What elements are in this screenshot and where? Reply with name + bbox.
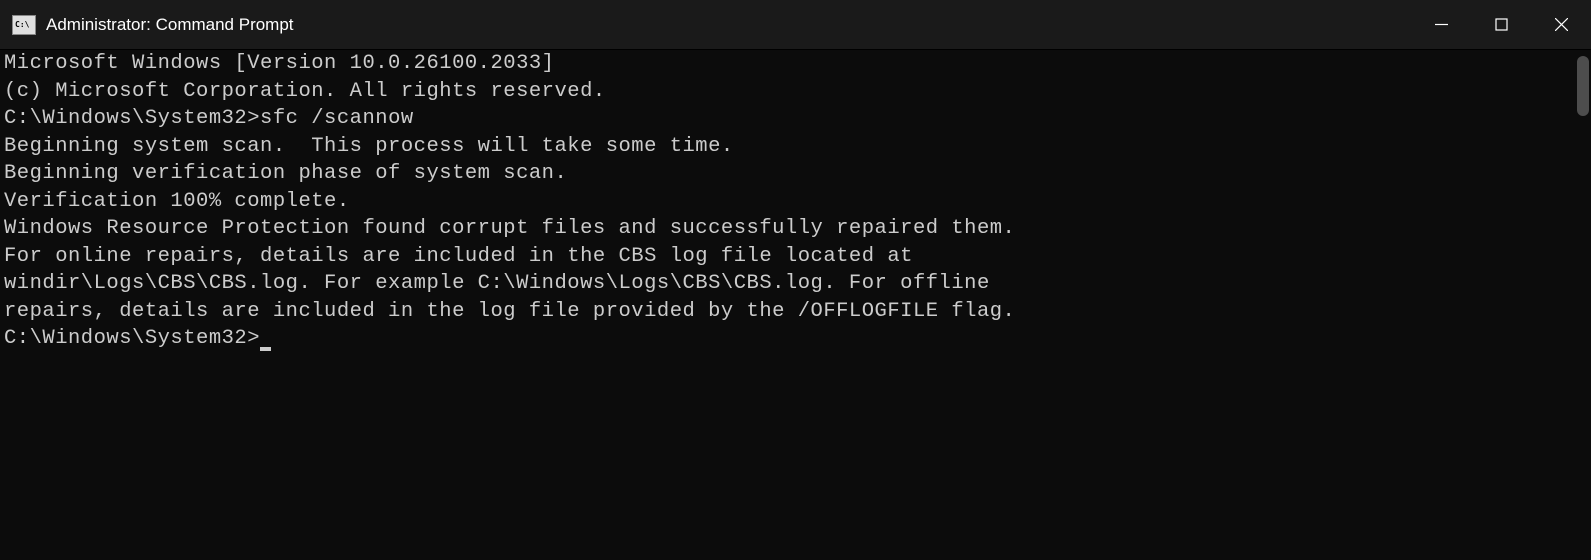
prompt-line: C:\Windows\System32>: [4, 325, 1591, 353]
output-line: (c) Microsoft Corporation. All rights re…: [4, 78, 1591, 106]
command-text: sfc /scannow: [260, 107, 414, 130]
output-line: repairs, details are included in the log…: [4, 298, 1591, 326]
output-line: Windows Resource Protection found corrup…: [4, 215, 1591, 243]
output-line: Verification 100% complete.: [4, 188, 1591, 216]
output-line: Beginning verification phase of system s…: [4, 160, 1591, 188]
output-line: windir\Logs\CBS\CBS.log. For example C:\…: [4, 270, 1591, 298]
prompt-command-line: C:\Windows\System32>sfc /scannow: [4, 105, 1591, 133]
output-line: Beginning system scan. This process will…: [4, 133, 1591, 161]
window-title: Administrator: Command Prompt: [46, 15, 294, 35]
output-line: Microsoft Windows [Version 10.0.26100.20…: [4, 50, 1591, 78]
titlebar[interactable]: Administrator: Command Prompt: [0, 0, 1591, 50]
maximize-button[interactable]: [1471, 0, 1531, 49]
cmd-prompt-icon: [12, 15, 36, 35]
output-line: For online repairs, details are included…: [4, 243, 1591, 271]
minimize-icon: [1435, 18, 1448, 31]
close-icon: [1555, 18, 1568, 31]
close-button[interactable]: [1531, 0, 1591, 49]
minimize-button[interactable]: [1411, 0, 1471, 49]
terminal-output[interactable]: Microsoft Windows [Version 10.0.26100.20…: [0, 50, 1591, 560]
window-controls: [1411, 0, 1591, 49]
scrollbar-track[interactable]: [1573, 50, 1591, 560]
maximize-icon: [1495, 18, 1508, 31]
titlebar-left: Administrator: Command Prompt: [12, 15, 294, 35]
cursor: [260, 347, 271, 351]
prompt-path: C:\Windows\System32>: [4, 327, 260, 350]
scrollbar-thumb[interactable]: [1577, 56, 1589, 116]
prompt-path: C:\Windows\System32>: [4, 107, 260, 130]
